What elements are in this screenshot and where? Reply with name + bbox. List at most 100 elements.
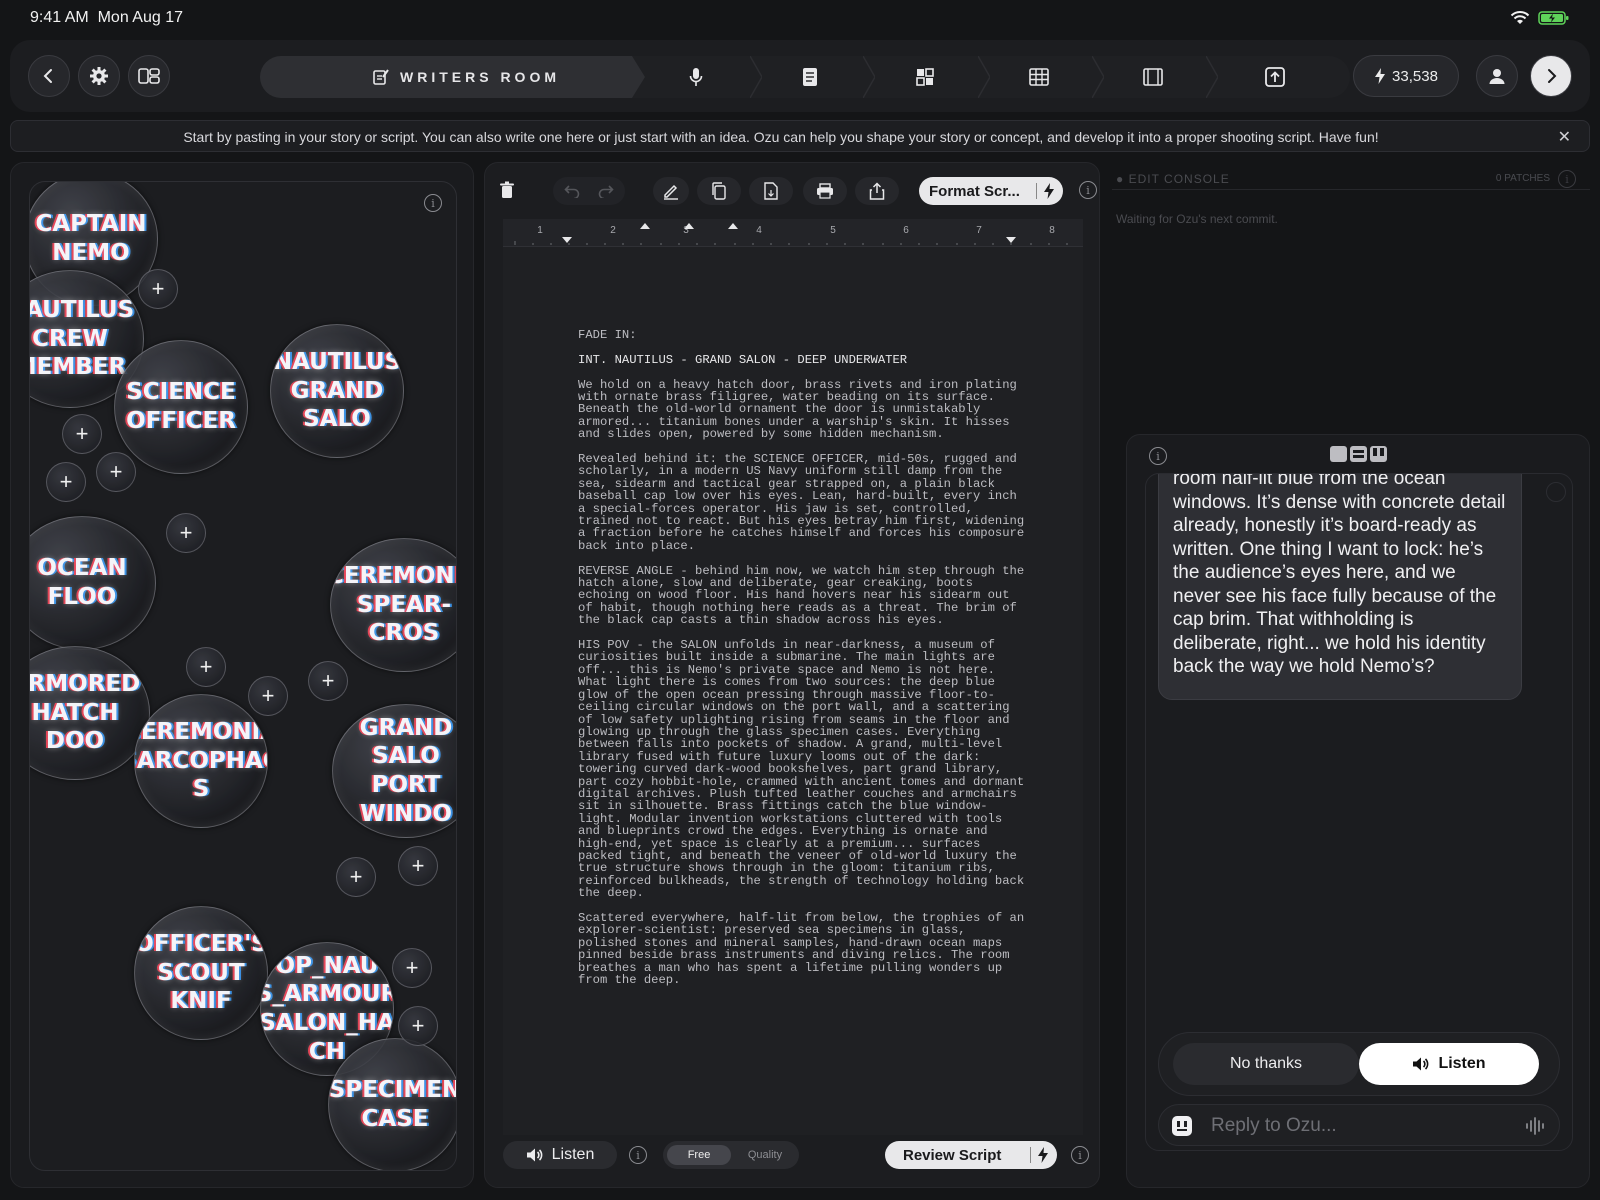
element-bubble[interactable]: NAUTILUS GRAND SALO [270,324,404,458]
layout-button[interactable] [128,55,170,97]
element-label: NAUTILUS CREW MEMBER [30,296,135,381]
element-bubble[interactable]: ARMORED HATCH DOO [30,646,150,780]
voice-input-icon[interactable] [1525,1116,1545,1136]
tab-breakdown[interactable] [1028,66,1050,88]
add-element-button[interactable]: + [308,661,348,701]
info-icon[interactable]: i [1558,170,1576,188]
no-thanks-button[interactable]: No thanks [1173,1043,1359,1085]
response-choices: No thanks Listen [1158,1032,1560,1096]
next-button[interactable] [1530,55,1572,97]
add-element-button[interactable]: + [46,462,86,502]
info-icon[interactable]: i [1079,181,1097,199]
tab-script[interactable] [799,66,821,88]
banner-close-button[interactable]: ✕ [1558,127,1571,147]
review-script-button[interactable]: Review Script [885,1141,1057,1169]
settings-button[interactable] [78,55,120,97]
review-script-label: Review Script [903,1146,1002,1164]
redo-icon[interactable] [598,184,614,198]
tab-voice[interactable] [685,66,707,88]
add-element-button[interactable]: + [392,948,432,988]
ruler-marker[interactable] [640,223,650,229]
edit-button[interactable] [653,177,689,205]
status-time: 9:41 AM Mon Aug 17 [30,9,183,27]
document-icon [803,68,817,86]
tab-storyboard[interactable] [1142,66,1164,88]
add-element-button[interactable]: + [96,452,136,492]
pen-document-icon [373,69,389,85]
import-button[interactable] [749,177,793,205]
toggle-free[interactable]: Free [667,1145,731,1165]
add-element-button[interactable]: + [248,676,288,716]
element-bubble[interactable]: CEREMONIA SARCOPHAG S [134,694,268,828]
tab-writers-room-label: WRITERS ROOM [400,69,560,85]
element-bubble[interactable]: SPECIMEN CASE [328,1038,456,1170]
console-message: Waiting for Ozu's next commit. [1116,212,1278,226]
element-bubble[interactable]: GRAND SALO PORT WINDO [332,704,456,838]
chevron-left-icon [43,69,52,83]
toggle-quality[interactable]: Quality [735,1145,795,1165]
gear-icon [90,67,108,85]
element-bubble[interactable]: OFFICER'S SCOUT KNIF [134,906,268,1040]
ruler-marker[interactable] [728,223,738,229]
time-text: 9:41 AM [30,9,89,26]
add-element-button[interactable]: + [138,269,178,309]
separator [978,56,990,98]
ruler-tick-label: 4 [756,225,762,236]
element-label: CEREMONIA SARCOPHAG S [135,718,267,803]
divider [1036,183,1037,199]
file-icon [764,182,778,200]
listen-reply-button[interactable]: Listen [1359,1043,1539,1085]
print-button[interactable] [803,177,847,205]
add-element-button[interactable]: + [336,857,376,897]
hint-banner: Start by pasting in your story or script… [10,120,1590,152]
undo-icon[interactable] [564,184,580,198]
ruler-marker[interactable] [562,237,572,243]
copy-button[interactable] [697,177,741,205]
info-icon[interactable]: i [424,194,442,212]
date-text: Mon Aug 17 [97,9,183,26]
add-element-button[interactable]: + [398,1006,438,1046]
console-title: ● EDIT CONSOLE [1116,172,1230,186]
ruler-marker[interactable] [1006,237,1016,243]
tab-export[interactable] [1264,66,1286,88]
lightning-icon [1375,68,1386,84]
film-icon [1143,68,1163,86]
add-element-button[interactable]: + [398,846,438,886]
table-icon [1029,68,1049,86]
edit-console: ● EDIT CONSOLE 0 PATCHES i Waiting for O… [1112,162,1590,424]
element-bubble[interactable]: OCEAN FLOO [30,516,156,650]
reply-bar [1158,1104,1560,1146]
add-element-button[interactable]: + [62,414,102,454]
info-icon[interactable]: i [629,1146,647,1164]
pipeline-nav: WRITERS ROOM [260,56,1350,98]
format-script-button[interactable]: Format Scr... [919,177,1063,205]
profile-button[interactable] [1476,55,1518,97]
console-title-text: EDIT CONSOLE [1128,172,1230,186]
element-label: OFFICER'S SCOUT KNIF [134,930,268,1015]
info-icon[interactable]: i [1071,1146,1089,1164]
element-bubble[interactable]: CEREMONIA SPEAR-CROS [330,538,456,672]
action-paragraph: Scattered everywhere, half-lit from belo… [578,911,1032,988]
element-bubble[interactable]: SCIENCE OFFICER [114,340,248,474]
share-button[interactable] [855,177,899,205]
credits-button[interactable]: 33,538 [1353,55,1459,97]
transition: FADE IN: [578,328,637,342]
listen-button[interactable]: Listen [503,1141,617,1169]
reply-input[interactable] [1211,1113,1511,1139]
chat-thread[interactable]: room half-lit blue from the ocean window… [1145,473,1573,1151]
add-element-button[interactable]: + [166,513,206,553]
listen-reply-label: Listen [1438,1055,1486,1072]
tab-elements[interactable] [914,66,936,88]
delete-button[interactable] [499,181,515,204]
upload-icon [1265,67,1285,87]
add-element-button[interactable]: + [186,647,226,687]
separator [863,56,875,98]
separator [1206,56,1218,98]
back-button[interactable] [28,55,70,97]
banner-text: Start by pasting in your story or script… [183,129,1379,145]
info-icon[interactable]: i [1149,447,1167,465]
action-paragraph: We hold on a heavy hatch door, brass riv… [578,377,1025,442]
script-page[interactable]: FADE IN: INT. NAUTILUS - GRAND SALON - D… [503,247,1083,1135]
quality-toggle[interactable]: Free Quality [663,1141,799,1169]
copy-icon [712,182,726,200]
